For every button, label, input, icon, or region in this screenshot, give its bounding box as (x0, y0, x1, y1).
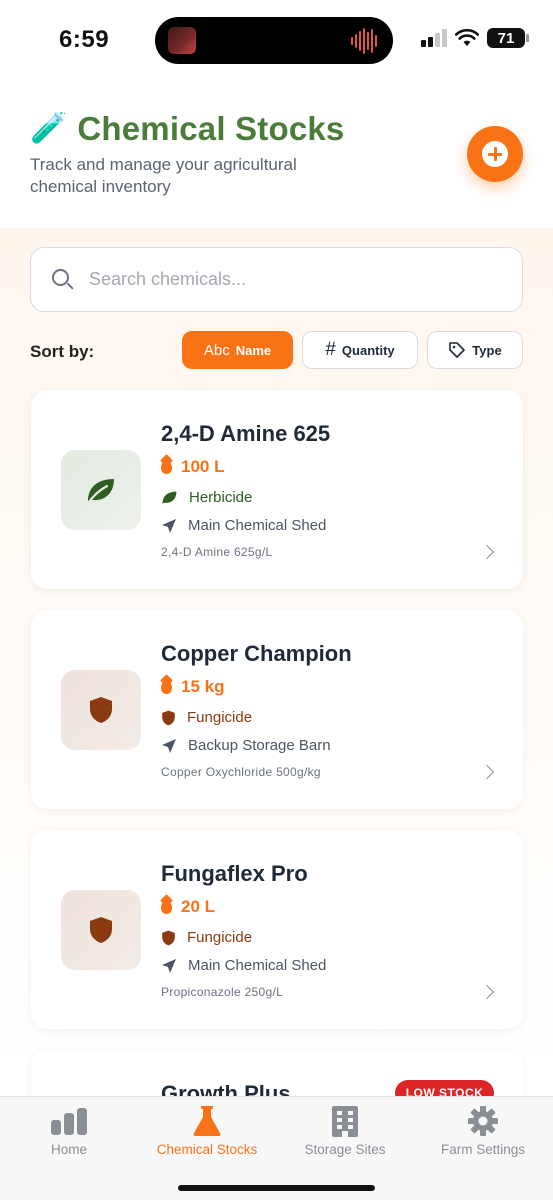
chemical-type: Fungicide (161, 929, 252, 946)
low-stock-badge: LOW STOCK (395, 1080, 494, 1096)
chemical-thumbnail (61, 670, 141, 750)
test-tube-icon: 🧪 (30, 112, 68, 145)
type-label: Fungicide (187, 929, 253, 946)
quantity-value: 20 L (181, 897, 216, 916)
chemical-card[interactable]: Copper Champion 15 kg Fungicide Backup S… (31, 610, 523, 809)
shield-icon (90, 697, 112, 723)
chemical-quantity: 20 L (161, 897, 215, 917)
chevron-right-icon (479, 984, 495, 1000)
location-label: Main Chemical Shed (188, 517, 327, 534)
dynamic-island[interactable] (155, 17, 393, 64)
quantity-value: 15 kg (181, 677, 225, 696)
cellular-signal-icon (421, 29, 447, 47)
tab-label: Chemical Stocks (156, 1142, 258, 1157)
now-playing-thumbnail (168, 27, 196, 54)
chemical-card[interactable]: Growth Plus LOW STOCK (31, 1050, 523, 1096)
chevron-right-icon (479, 544, 495, 560)
chemical-formula: Propiconazole 250g/L (161, 985, 284, 999)
leaf-icon (87, 479, 114, 504)
chemical-card[interactable]: Fungaflex Pro 20 L Fungicide Main Chemic… (31, 830, 523, 1029)
battery-icon: 71 (487, 28, 529, 48)
battery-level: 71 (497, 29, 515, 47)
chemical-location: Main Chemical Shed (161, 517, 326, 534)
droplet-icon (161, 900, 172, 914)
sort-by-type-button[interactable]: Type (427, 331, 523, 369)
location-arrow-icon (162, 958, 176, 973)
type-label: Fungicide (187, 709, 253, 726)
flask-icon (192, 1105, 222, 1137)
gear-icon (467, 1105, 499, 1137)
droplet-icon (161, 680, 172, 694)
hash-icon: # (325, 339, 336, 360)
sort-by-quantity-button[interactable]: # Quantity (302, 331, 418, 369)
search-icon (51, 268, 75, 292)
chemical-name: Fungaflex Pro (161, 861, 308, 886)
page-subtitle: Track and manage your agricultural chemi… (30, 155, 297, 196)
sort-option-label: Type (472, 342, 502, 358)
chemical-name: Growth Plus (161, 1081, 291, 1096)
chemical-name: Copper Champion (161, 641, 352, 666)
chemical-type: Fungicide (161, 709, 252, 726)
location-arrow-icon (162, 738, 176, 753)
location-arrow-icon (162, 518, 176, 533)
bottom-tab-bar: Home Chemical Stocks Storage Sites Farm … (0, 1096, 553, 1200)
abc-icon: Abc (203, 341, 230, 359)
quantity-value: 100 L (181, 457, 225, 476)
chemical-type: Herbicide (161, 489, 252, 506)
chevron-right-icon (479, 764, 495, 780)
sort-controls: Sort by: Abc Name # Quantity Type (30, 331, 523, 371)
home-indicator[interactable] (178, 1185, 375, 1191)
chemical-card[interactable]: 2,4-D Amine 625 100 L Herbicide Main Che… (31, 390, 523, 589)
bar-chart-icon (50, 1105, 88, 1137)
chemical-formula: Copper Oxychloride 500g/kg (161, 765, 321, 779)
plus-circle-icon (482, 141, 508, 167)
title-row: 🧪 Chemical Stocks (30, 110, 344, 148)
chemical-quantity: 15 kg (161, 677, 224, 697)
page-title: Chemical Stocks (77, 110, 345, 147)
search-input[interactable] (89, 269, 489, 290)
tab-storage-sites[interactable]: Storage Sites (276, 1097, 414, 1171)
search-bar[interactable] (30, 247, 523, 312)
main-content[interactable]: Sort by: Abc Name # Quantity Type 2,4-D … (0, 228, 553, 1096)
location-label: Backup Storage Barn (188, 737, 331, 754)
status-bar: 6:59 71 (0, 0, 553, 84)
shield-icon (162, 930, 175, 945)
tab-label: Farm Settings (440, 1142, 526, 1157)
status-icons: 71 (421, 28, 529, 48)
sort-by-name-button[interactable]: Abc Name (182, 331, 293, 369)
sort-option-label: Name (235, 342, 272, 358)
droplet-icon (161, 460, 172, 474)
tab-label: Storage Sites (304, 1142, 386, 1157)
add-chemical-button[interactable] (467, 126, 523, 182)
chemical-location: Backup Storage Barn (161, 737, 331, 754)
chemical-name: 2,4-D Amine 625 (161, 421, 331, 446)
leaf-icon (162, 491, 177, 504)
tab-farm-settings[interactable]: Farm Settings (414, 1097, 552, 1171)
wifi-icon (455, 29, 479, 46)
chemical-quantity: 100 L (161, 457, 224, 477)
shield-icon (90, 917, 112, 943)
chemical-thumbnail (61, 890, 141, 970)
page-header: 🧪 Chemical Stocks Track and manage your … (0, 84, 553, 228)
sort-option-label: Quantity (341, 342, 395, 358)
location-label: Main Chemical Shed (188, 957, 327, 974)
type-label: Herbicide (189, 489, 253, 506)
audio-waveform-icon (351, 27, 381, 55)
tab-label: Home (50, 1142, 87, 1157)
chemical-formula: 2,4-D Amine 625g/L (161, 545, 273, 559)
status-time: 6:59 (59, 26, 110, 53)
tab-chemical-stocks[interactable]: Chemical Stocks (138, 1097, 276, 1171)
tab-home[interactable]: Home (0, 1097, 138, 1171)
sort-label: Sort by: (30, 342, 95, 361)
building-icon (331, 1105, 359, 1137)
shield-icon (162, 710, 175, 725)
chemical-location: Main Chemical Shed (161, 957, 326, 974)
chemical-thumbnail (61, 450, 141, 530)
tag-icon (449, 342, 466, 358)
